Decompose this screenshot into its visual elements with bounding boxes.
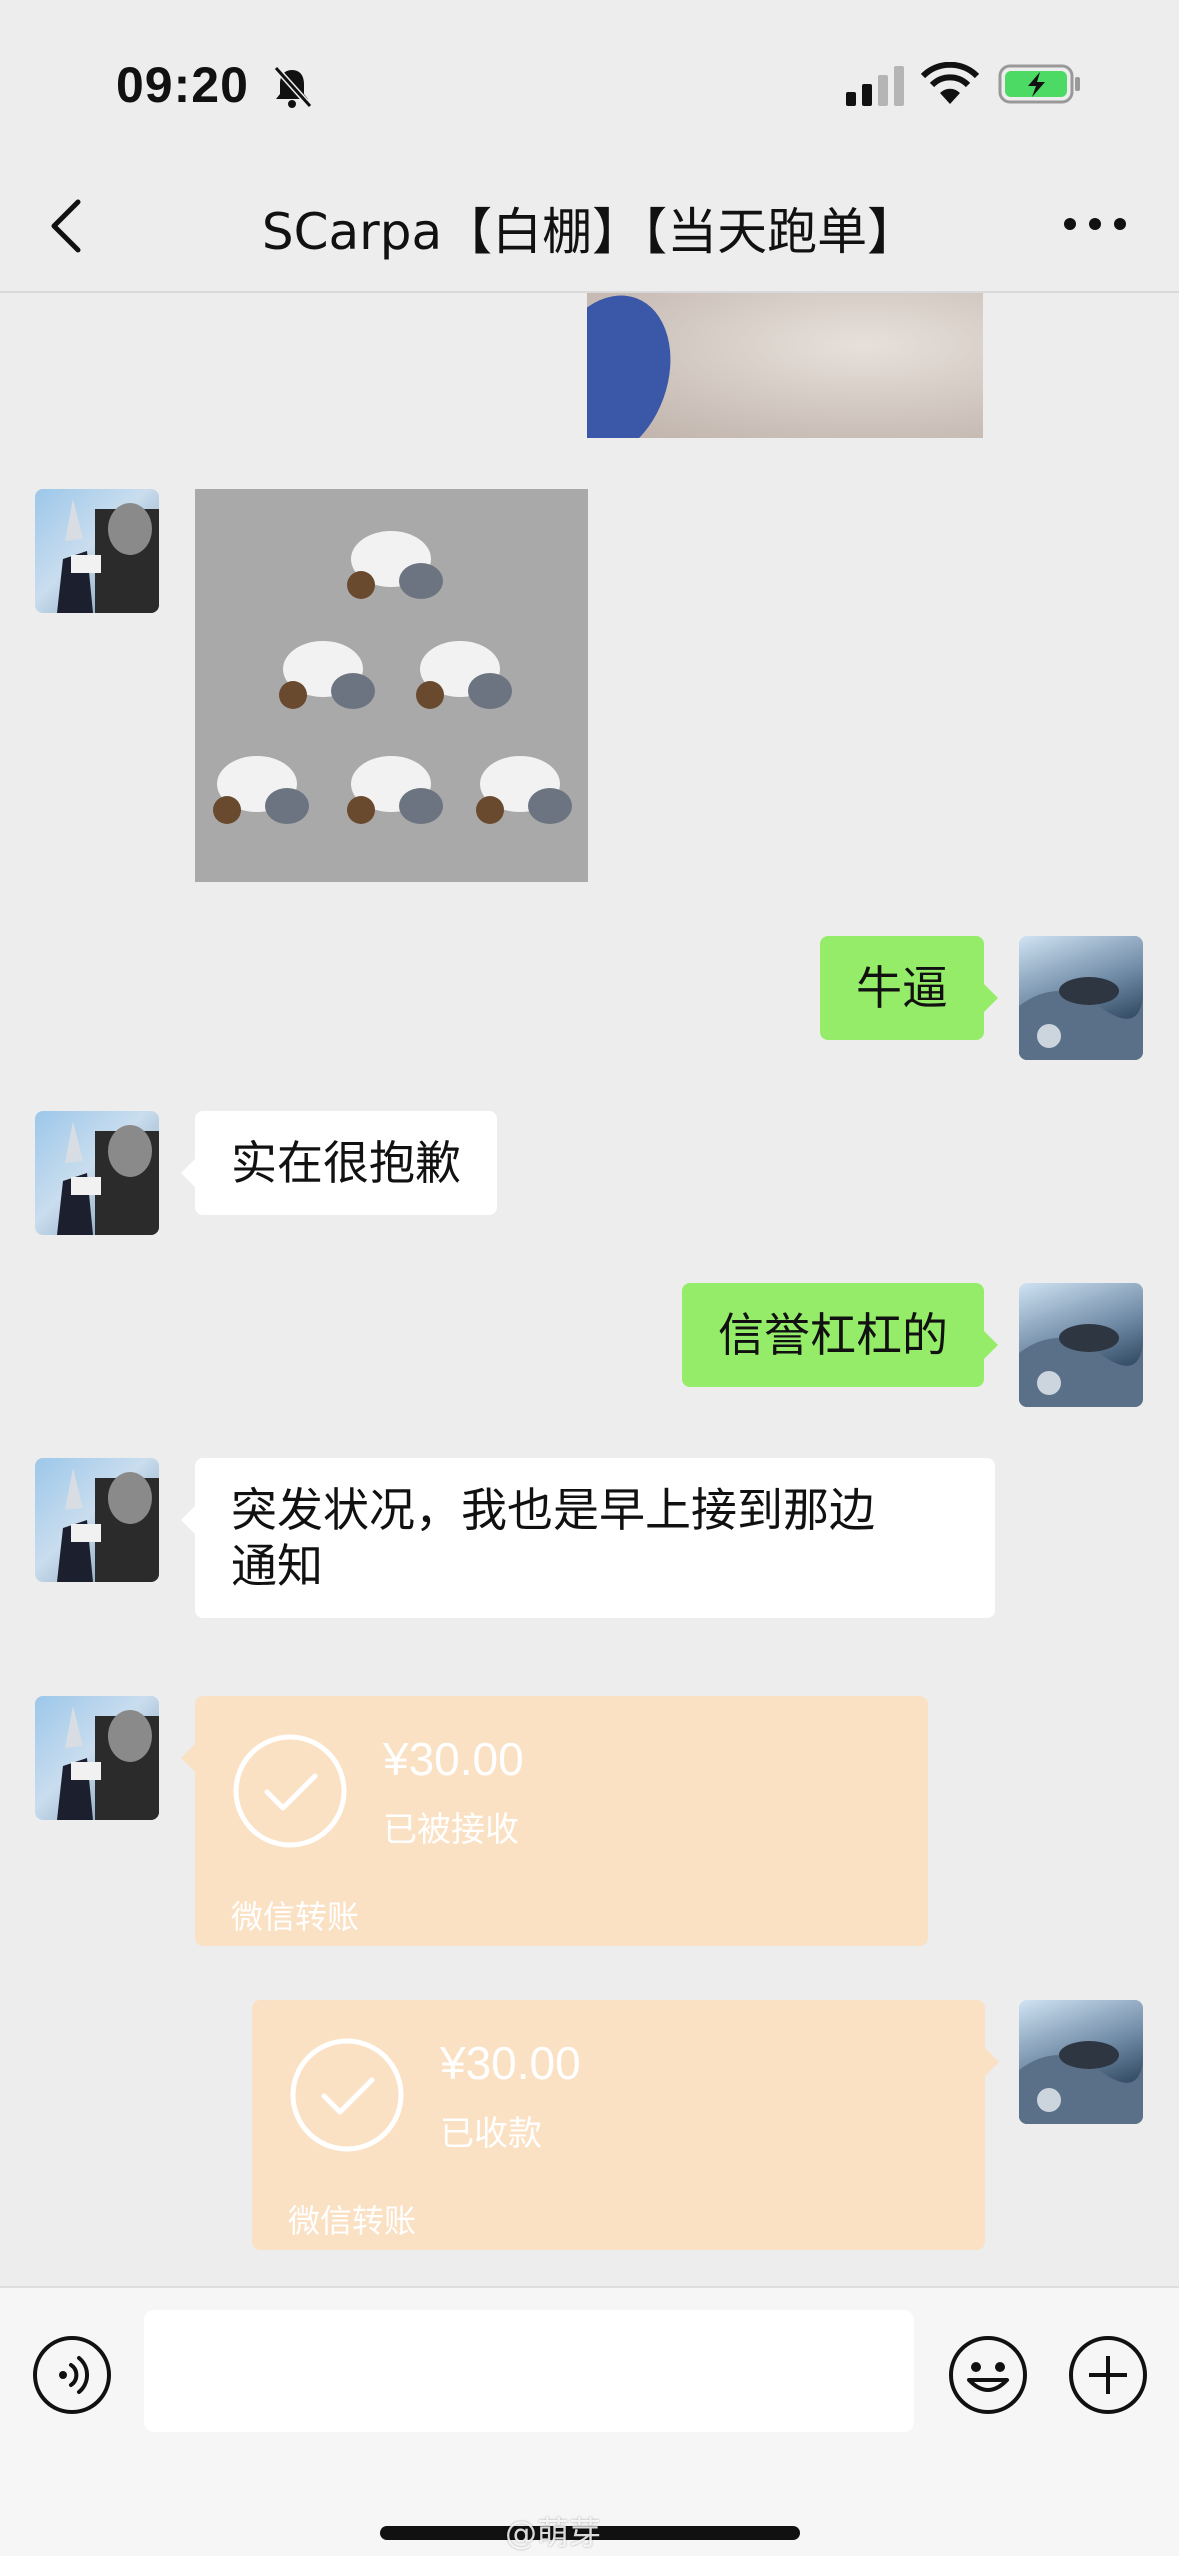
transfer-label: 微信转账	[288, 2202, 417, 2240]
bell-muted-icon	[273, 65, 313, 109]
transfer-status: 已被接收	[383, 1810, 519, 1850]
message-bubble-received[interactable]: 突发状况，我也是早上接到那边 通知	[181, 1458, 995, 1618]
transfer-status: 已收款	[440, 2114, 542, 2154]
voice-icon[interactable]	[31, 2334, 113, 2416]
message-text-line: 突发状况，我也是早上接到那边	[231, 1483, 875, 1537]
my-avatar[interactable]	[1019, 936, 1143, 1060]
image-message[interactable]	[587, 293, 983, 438]
message-bubble-received[interactable]: 实在很抱歉	[181, 1111, 497, 1215]
image-detail	[587, 293, 693, 438]
signal-icon	[846, 66, 904, 106]
transfer-card-received[interactable]: ¥30.00 已被接收 微信转账	[181, 1696, 928, 1946]
watermark: @萌芽	[505, 2514, 602, 2552]
input-bar: @萌芽	[0, 2286, 1179, 2556]
transfer-label: 微信转账	[231, 1898, 360, 1936]
emoji-icon[interactable]	[947, 2334, 1029, 2416]
transfer-amount: ¥30.00	[383, 1733, 524, 1785]
chat-area[interactable]: 牛逼 实在很抱歉 信誉杠杠的 突发状况，我也是早上接到那边 通知 ¥30.00 …	[0, 293, 1179, 2286]
check-circle-icon	[233, 1734, 347, 1848]
message-input[interactable]	[144, 2310, 914, 2432]
message-bubble-sent[interactable]: 信誉杠杠的	[682, 1283, 998, 1387]
check-circle-icon	[290, 2038, 404, 2152]
plus-icon[interactable]	[1067, 2334, 1149, 2416]
sticker-message[interactable]	[195, 489, 588, 882]
message-text: 实在很抱歉	[231, 1136, 461, 1190]
message-text: 信誉杠杠的	[718, 1308, 948, 1362]
wifi-icon	[920, 62, 980, 104]
chat-title: SCarpa【白棚】【当天跑单】	[261, 203, 918, 261]
top-bar: 09:20 SCarpa【白棚】【当天跑单】	[0, 0, 1179, 293]
message-bubble-sent[interactable]: 牛逼	[820, 936, 998, 1040]
message-text: 牛逼	[856, 961, 948, 1015]
my-avatar[interactable]	[1019, 2000, 1143, 2124]
contact-avatar[interactable]	[35, 1111, 159, 1235]
message-text-line: 通知	[231, 1539, 323, 1593]
status-time: 09:20	[116, 57, 249, 113]
transfer-amount: ¥30.00	[440, 2037, 581, 2089]
contact-avatar[interactable]	[35, 1696, 159, 1820]
battery-charging-icon	[998, 64, 1080, 104]
contact-avatar[interactable]	[35, 489, 159, 613]
transfer-card-sent[interactable]: ¥30.00 已收款 微信转账	[252, 2000, 999, 2250]
contact-avatar[interactable]	[35, 1458, 159, 1582]
more-icon[interactable]	[1062, 212, 1128, 236]
my-avatar[interactable]	[1019, 1283, 1143, 1407]
